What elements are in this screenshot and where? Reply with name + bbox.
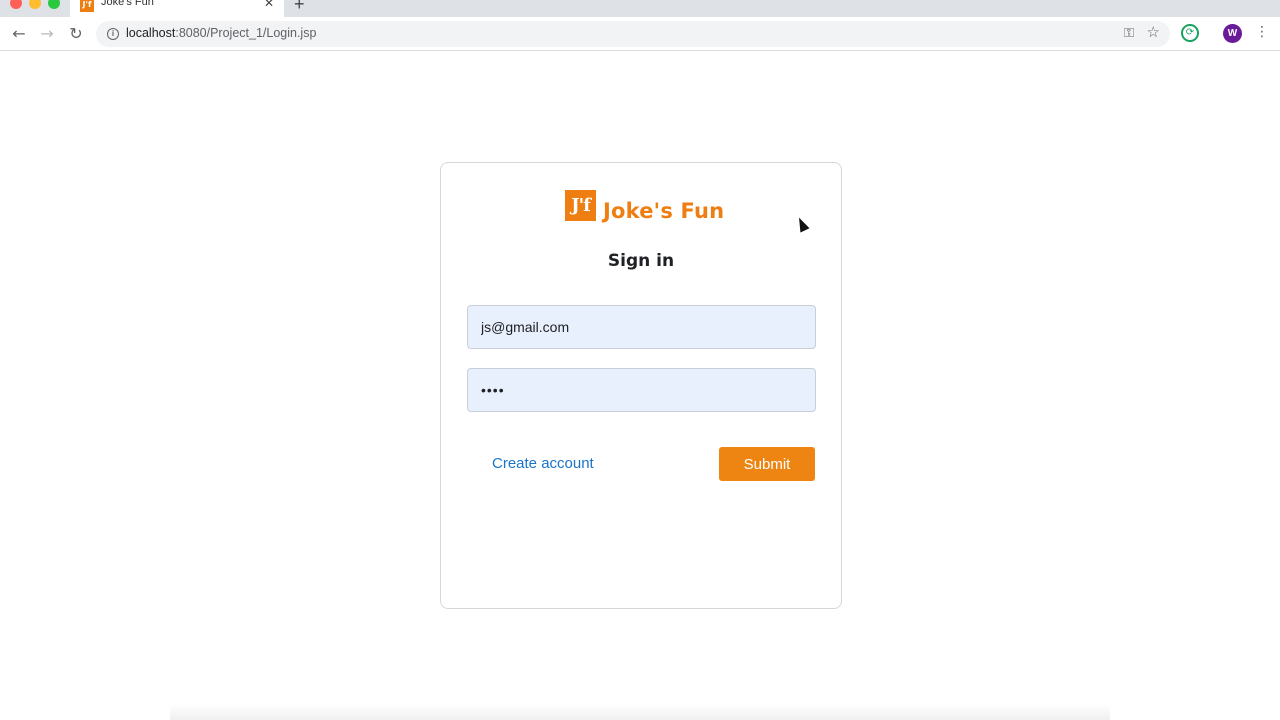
- tab-active[interactable]: J'f Joke's Fun ✕: [70, 0, 284, 17]
- url-text[interactable]: localhost:8080/Project_1/Login.jsp: [126, 26, 316, 40]
- menu-icon[interactable]: ⋮: [1255, 24, 1269, 40]
- brand-logo: J'f: [565, 190, 596, 221]
- browser-toolbar: ← → ↻ i localhost:8080/Project_1/Login.j…: [0, 17, 1280, 51]
- reload-icon[interactable]: ↻: [65, 23, 87, 45]
- email-field[interactable]: [467, 305, 816, 349]
- star-icon[interactable]: ☆: [1147, 23, 1160, 41]
- info-icon[interactable]: i: [107, 28, 119, 40]
- url-path: :8080/Project_1/Login.jsp: [175, 26, 317, 40]
- tab-favicon-icon: J'f: [80, 0, 94, 12]
- avatar[interactable]: W: [1223, 24, 1242, 43]
- window-zoom-dot[interactable]: [48, 0, 60, 9]
- create-account-link[interactable]: Create account: [492, 455, 594, 472]
- url-host: localhost: [126, 26, 176, 40]
- page-title: Sign in: [607, 251, 675, 271]
- back-arrow-icon[interactable]: ←: [8, 23, 30, 45]
- window-close-dot[interactable]: [10, 0, 22, 9]
- sync-icon[interactable]: ⟳: [1181, 24, 1199, 42]
- key-icon[interactable]: ⚿: [1124, 25, 1134, 41]
- forward-arrow-icon[interactable]: →: [36, 23, 58, 45]
- address-bar[interactable]: i localhost:8080/Project_1/Login.jsp ⚿ ☆: [96, 21, 1170, 47]
- tab-title: Joke's Fun: [101, 0, 154, 8]
- window-minimize-dot[interactable]: [29, 0, 41, 9]
- close-icon[interactable]: ✕: [264, 0, 274, 10]
- password-field[interactable]: [467, 368, 816, 412]
- brand-name: Joke's Fun: [603, 199, 725, 223]
- tab-strip: J'f Joke's Fun ✕ +: [0, 0, 1280, 17]
- plus-icon[interactable]: +: [294, 0, 305, 15]
- bottom-shadow: [170, 704, 1110, 720]
- submit-button[interactable]: Submit: [719, 447, 815, 481]
- login-card: J'f Joke's Fun Sign in Create account Su…: [440, 162, 842, 609]
